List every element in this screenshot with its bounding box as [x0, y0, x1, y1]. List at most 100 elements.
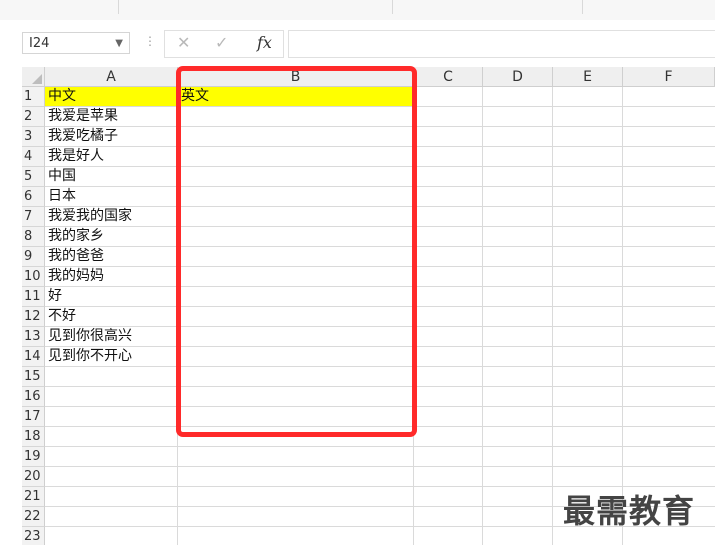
- cell-a[interactable]: 中文: [45, 87, 177, 106]
- formula-input[interactable]: [288, 30, 715, 58]
- cell-a[interactable]: 好: [45, 287, 177, 306]
- cell-a[interactable]: 不好: [45, 307, 177, 326]
- column-header-c[interactable]: C: [414, 67, 483, 87]
- drag-handle-icon[interactable]: ⋮: [144, 34, 156, 48]
- table-row: [45, 407, 715, 427]
- table-row: [45, 427, 715, 447]
- row-header[interactable]: 9: [22, 247, 45, 267]
- select-all-corner[interactable]: [22, 67, 45, 87]
- row-header[interactable]: 10: [22, 267, 45, 287]
- column-header-e[interactable]: E: [553, 67, 623, 87]
- cell-a[interactable]: [45, 427, 177, 446]
- cell-b[interactable]: [178, 147, 413, 166]
- cell-b[interactable]: [178, 467, 413, 486]
- table-row: 好: [45, 287, 715, 307]
- row-header[interactable]: 8: [22, 227, 45, 247]
- cell-b[interactable]: [178, 307, 413, 326]
- cell-a[interactable]: 中国: [45, 167, 177, 186]
- cell-b[interactable]: [178, 127, 413, 146]
- cell-b[interactable]: [178, 427, 413, 446]
- row-header[interactable]: 5: [22, 167, 45, 187]
- table-row: 我爱吃橘子: [45, 127, 715, 147]
- cell-a[interactable]: 我的爸爸: [45, 247, 177, 266]
- row-header[interactable]: 2: [22, 107, 45, 127]
- cancel-icon[interactable]: ✕: [177, 33, 190, 52]
- name-box[interactable]: I24 ▼: [22, 32, 130, 54]
- table-row: 我爱是苹果: [45, 107, 715, 127]
- row-header[interactable]: 12: [22, 307, 45, 327]
- cell-b[interactable]: [178, 367, 413, 386]
- cell-b[interactable]: [178, 527, 413, 545]
- column-header-a[interactable]: A: [45, 67, 178, 87]
- ribbon-separator: [392, 0, 393, 14]
- row-header[interactable]: 17: [22, 407, 45, 427]
- cell-b[interactable]: [178, 247, 413, 266]
- row-header[interactable]: 16: [22, 387, 45, 407]
- cell-b[interactable]: [178, 507, 413, 526]
- cell-a[interactable]: [45, 507, 177, 526]
- cell-a[interactable]: [45, 407, 177, 426]
- row-header[interactable]: 23: [22, 527, 45, 545]
- column-header-b[interactable]: B: [178, 67, 414, 87]
- chevron-down-icon[interactable]: ▼: [115, 33, 123, 55]
- row-header[interactable]: 18: [22, 427, 45, 447]
- row-header[interactable]: 14: [22, 347, 45, 367]
- cell-b[interactable]: [178, 407, 413, 426]
- row-header[interactable]: 6: [22, 187, 45, 207]
- cell-b[interactable]: [178, 207, 413, 226]
- row-header[interactable]: 20: [22, 467, 45, 487]
- row-header[interactable]: 15: [22, 367, 45, 387]
- cell-a[interactable]: 见到你很高兴: [45, 327, 177, 346]
- row-header[interactable]: 4: [22, 147, 45, 167]
- row-header[interactable]: 3: [22, 127, 45, 147]
- cell-b[interactable]: [178, 107, 413, 126]
- cell-a[interactable]: [45, 387, 177, 406]
- row-header[interactable]: 7: [22, 207, 45, 227]
- cell-a[interactable]: 我是好人: [45, 147, 177, 166]
- row-header[interactable]: 11: [22, 287, 45, 307]
- insert-function-icon[interactable]: fx: [257, 33, 272, 52]
- cell-a[interactable]: 我爱吃橘子: [45, 127, 177, 146]
- cell-b[interactable]: [178, 347, 413, 366]
- table-row: 日本: [45, 187, 715, 207]
- row-header[interactable]: 19: [22, 447, 45, 467]
- row-header[interactable]: 13: [22, 327, 45, 347]
- cell-a[interactable]: 我爱是苹果: [45, 107, 177, 126]
- name-box-value: I24: [29, 36, 50, 51]
- cell-a[interactable]: 我的妈妈: [45, 267, 177, 286]
- cell-a[interactable]: [45, 367, 177, 386]
- cell-a[interactable]: 我爱我的国家: [45, 207, 177, 226]
- cell-b[interactable]: [178, 187, 413, 206]
- cell-b[interactable]: [178, 327, 413, 346]
- watermark: 最需教育: [563, 492, 696, 530]
- table-row: 我爱我的国家: [45, 207, 715, 227]
- formula-bar: I24 ▼ ⋮ ✕ ✓ fx: [0, 20, 715, 66]
- cell-a[interactable]: 见到你不开心: [45, 347, 177, 366]
- column-header-d[interactable]: D: [483, 67, 553, 87]
- cell-a[interactable]: [45, 487, 177, 506]
- table-row: 我是好人: [45, 147, 715, 167]
- cell-b[interactable]: [178, 167, 413, 186]
- column-header-f[interactable]: F: [623, 67, 715, 87]
- row-header[interactable]: 22: [22, 507, 45, 527]
- cell-b[interactable]: 英文: [178, 87, 413, 106]
- cell-a[interactable]: [45, 467, 177, 486]
- ribbon-strip: [0, 0, 715, 21]
- cell-b[interactable]: [178, 387, 413, 406]
- enter-icon[interactable]: ✓: [215, 33, 228, 52]
- cell-b[interactable]: [178, 287, 413, 306]
- cell-b[interactable]: [178, 447, 413, 466]
- row-header[interactable]: 1: [22, 87, 45, 107]
- cell-b[interactable]: [178, 227, 413, 246]
- cell-b[interactable]: [178, 267, 413, 286]
- cell-a[interactable]: [45, 447, 177, 466]
- row-header[interactable]: 21: [22, 487, 45, 507]
- cell-a[interactable]: [45, 527, 177, 545]
- ribbon-separator: [582, 0, 583, 14]
- table-row: 我的爸爸: [45, 247, 715, 267]
- cell-a[interactable]: 日本: [45, 187, 177, 206]
- cell-a[interactable]: 我的家乡: [45, 227, 177, 246]
- table-row: 中文 英文: [45, 87, 715, 107]
- cell-b[interactable]: [178, 487, 413, 506]
- select-all-icon: [32, 74, 42, 84]
